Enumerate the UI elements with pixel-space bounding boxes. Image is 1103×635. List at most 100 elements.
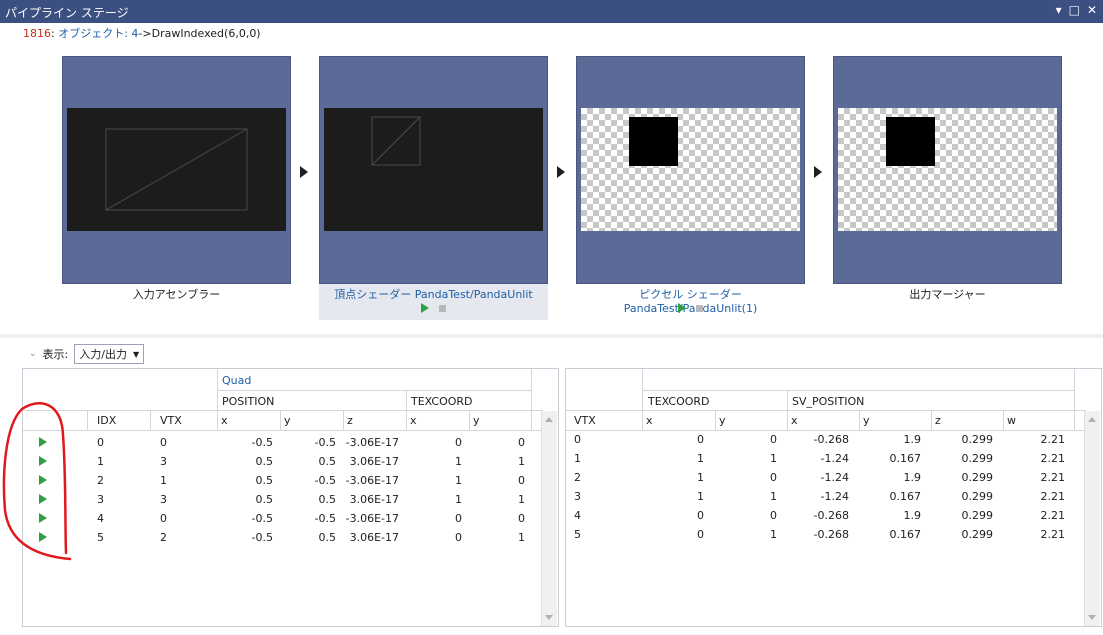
table-cell: 1 bbox=[697, 490, 704, 503]
table-cell: 1 bbox=[518, 455, 525, 468]
table-cell: 0.299 bbox=[961, 471, 994, 484]
table-cell: 0 bbox=[455, 436, 462, 449]
vertical-scrollbar[interactable] bbox=[541, 411, 557, 626]
table-cell: -0.5 bbox=[251, 531, 273, 544]
event-id-link[interactable]: 1816 bbox=[23, 27, 51, 40]
table-cell: 3 bbox=[160, 455, 167, 468]
table-cell: 2 bbox=[97, 474, 104, 487]
column-header[interactable]: z bbox=[935, 414, 941, 427]
column-header[interactable]: y bbox=[863, 414, 870, 427]
table-cell: -3.06E-17 bbox=[345, 474, 399, 487]
scroll-up-icon[interactable] bbox=[1088, 417, 1096, 422]
play-icon[interactable] bbox=[421, 303, 429, 313]
column-header[interactable]: x bbox=[646, 414, 653, 427]
input-table: Quad POSITION TEXCOORD IDX VTX x y z x y 0 0 -0.… bbox=[22, 368, 559, 627]
view-dropdown[interactable]: 入力/出力 ▼ bbox=[74, 344, 145, 364]
window-title: パイプライン ステージ bbox=[5, 6, 129, 20]
table-cell: 0.299 bbox=[961, 509, 994, 522]
vertical-scrollbar[interactable] bbox=[1084, 411, 1100, 626]
stage-label[interactable]: 入力アセンブラー bbox=[62, 286, 291, 302]
column-header[interactable]: y bbox=[473, 414, 480, 427]
wireframe-preview bbox=[67, 108, 286, 231]
stage-thumbnail[interactable] bbox=[833, 56, 1062, 284]
table-cell: 0 bbox=[455, 512, 462, 525]
scroll-up-icon[interactable] bbox=[545, 417, 553, 422]
column-header[interactable]: w bbox=[1007, 414, 1016, 427]
table-cell: 0 bbox=[455, 531, 462, 544]
table-cell: -0.5 bbox=[251, 512, 273, 525]
rendered-quad bbox=[886, 117, 935, 166]
column-header[interactable]: x bbox=[221, 414, 228, 427]
table-cell: -0.5 bbox=[314, 512, 336, 525]
table-cell: 0 bbox=[770, 433, 777, 446]
table-cell: 1 bbox=[455, 493, 462, 506]
table-cell: 1 bbox=[455, 455, 462, 468]
table-cell: 0 bbox=[770, 471, 777, 484]
column-header[interactable]: z bbox=[347, 414, 353, 427]
table-cell: -1.24 bbox=[820, 452, 849, 465]
window-controls: ▾ □ ✕ bbox=[1056, 3, 1097, 17]
column-header[interactable]: VTX bbox=[160, 414, 182, 427]
table-cell: 0.5 bbox=[255, 474, 274, 487]
output-table: TEXCOORD SV_POSITION VTX x y x y z w 0 0 0 -0.268… bbox=[565, 368, 1102, 627]
object-link[interactable]: オブジェクト: 4 bbox=[58, 27, 138, 40]
header-sv-position: SV_POSITION bbox=[792, 395, 865, 408]
table-cell: 0.5 bbox=[318, 531, 337, 544]
stage-label[interactable]: 出力マージャー bbox=[833, 286, 1062, 302]
table-cell: 1 bbox=[518, 493, 525, 506]
group-header-link[interactable]: Quad bbox=[222, 374, 251, 387]
collapse-chevron-icon[interactable]: ⌄ bbox=[29, 349, 37, 359]
table-cell: 0 bbox=[518, 512, 525, 525]
maximize-icon[interactable]: □ bbox=[1069, 3, 1080, 17]
stage-arrow-icon bbox=[814, 166, 822, 178]
stage-label-link[interactable]: 頂点シェーダー PandaTest/PandaUnlit bbox=[319, 286, 548, 302]
view-label: 表示: bbox=[42, 348, 69, 361]
table-cell: -1.24 bbox=[820, 471, 849, 484]
column-header[interactable]: y bbox=[284, 414, 291, 427]
table-cell: 3 bbox=[574, 490, 581, 503]
table-cell: 0 bbox=[518, 474, 525, 487]
table-cell: 3.06E-17 bbox=[349, 531, 399, 544]
table-cell: 0.5 bbox=[255, 455, 274, 468]
pane-divider[interactable] bbox=[0, 334, 1103, 338]
table-cell: 1 bbox=[770, 452, 777, 465]
scroll-down-icon[interactable] bbox=[1088, 615, 1096, 620]
table-cell: 0.5 bbox=[318, 493, 337, 506]
view-selected: 入力/出力 bbox=[79, 348, 127, 361]
table-cell: 0 bbox=[97, 436, 104, 449]
table-cell: 1 bbox=[697, 452, 704, 465]
table-cell: 0 bbox=[697, 528, 704, 541]
render-target-preview bbox=[838, 108, 1057, 231]
column-header[interactable]: VTX bbox=[574, 414, 596, 427]
table-cell: 5 bbox=[97, 531, 104, 544]
table-cell: 2.21 bbox=[1040, 490, 1066, 503]
stop-icon[interactable] bbox=[696, 304, 703, 312]
table-cell: 1.9 bbox=[903, 509, 922, 522]
table-cell: 1 bbox=[574, 452, 581, 465]
table-cell: 3.06E-17 bbox=[349, 455, 399, 468]
table-cell: 0.167 bbox=[889, 528, 922, 541]
stop-icon[interactable] bbox=[439, 304, 446, 312]
column-header[interactable]: x bbox=[410, 414, 417, 427]
table-cell: -0.268 bbox=[813, 433, 849, 446]
scroll-down-icon[interactable] bbox=[545, 615, 553, 620]
play-icon[interactable] bbox=[678, 303, 686, 313]
column-header[interactable]: IDX bbox=[97, 414, 116, 427]
stage-thumbnail[interactable] bbox=[62, 56, 291, 284]
table-cell: 2.21 bbox=[1040, 452, 1066, 465]
table-cell: -0.5 bbox=[314, 474, 336, 487]
column-header[interactable]: x bbox=[791, 414, 798, 427]
table-cell: 1 bbox=[770, 490, 777, 503]
column-header[interactable]: y bbox=[719, 414, 726, 427]
close-icon[interactable]: ✕ bbox=[1087, 3, 1097, 17]
breadcrumb-separator: : bbox=[51, 27, 55, 40]
table-cell: -0.268 bbox=[813, 509, 849, 522]
table-cell: 0.167 bbox=[889, 490, 922, 503]
stage-arrow-icon bbox=[300, 166, 308, 178]
stage-thumbnail[interactable] bbox=[319, 56, 548, 284]
stage-thumbnail[interactable] bbox=[576, 56, 805, 284]
table-cell: 2 bbox=[160, 531, 167, 544]
table-cell: 1 bbox=[97, 455, 104, 468]
dropdown-icon[interactable]: ▾ bbox=[1056, 3, 1062, 17]
shader-debug-controls bbox=[576, 303, 805, 313]
